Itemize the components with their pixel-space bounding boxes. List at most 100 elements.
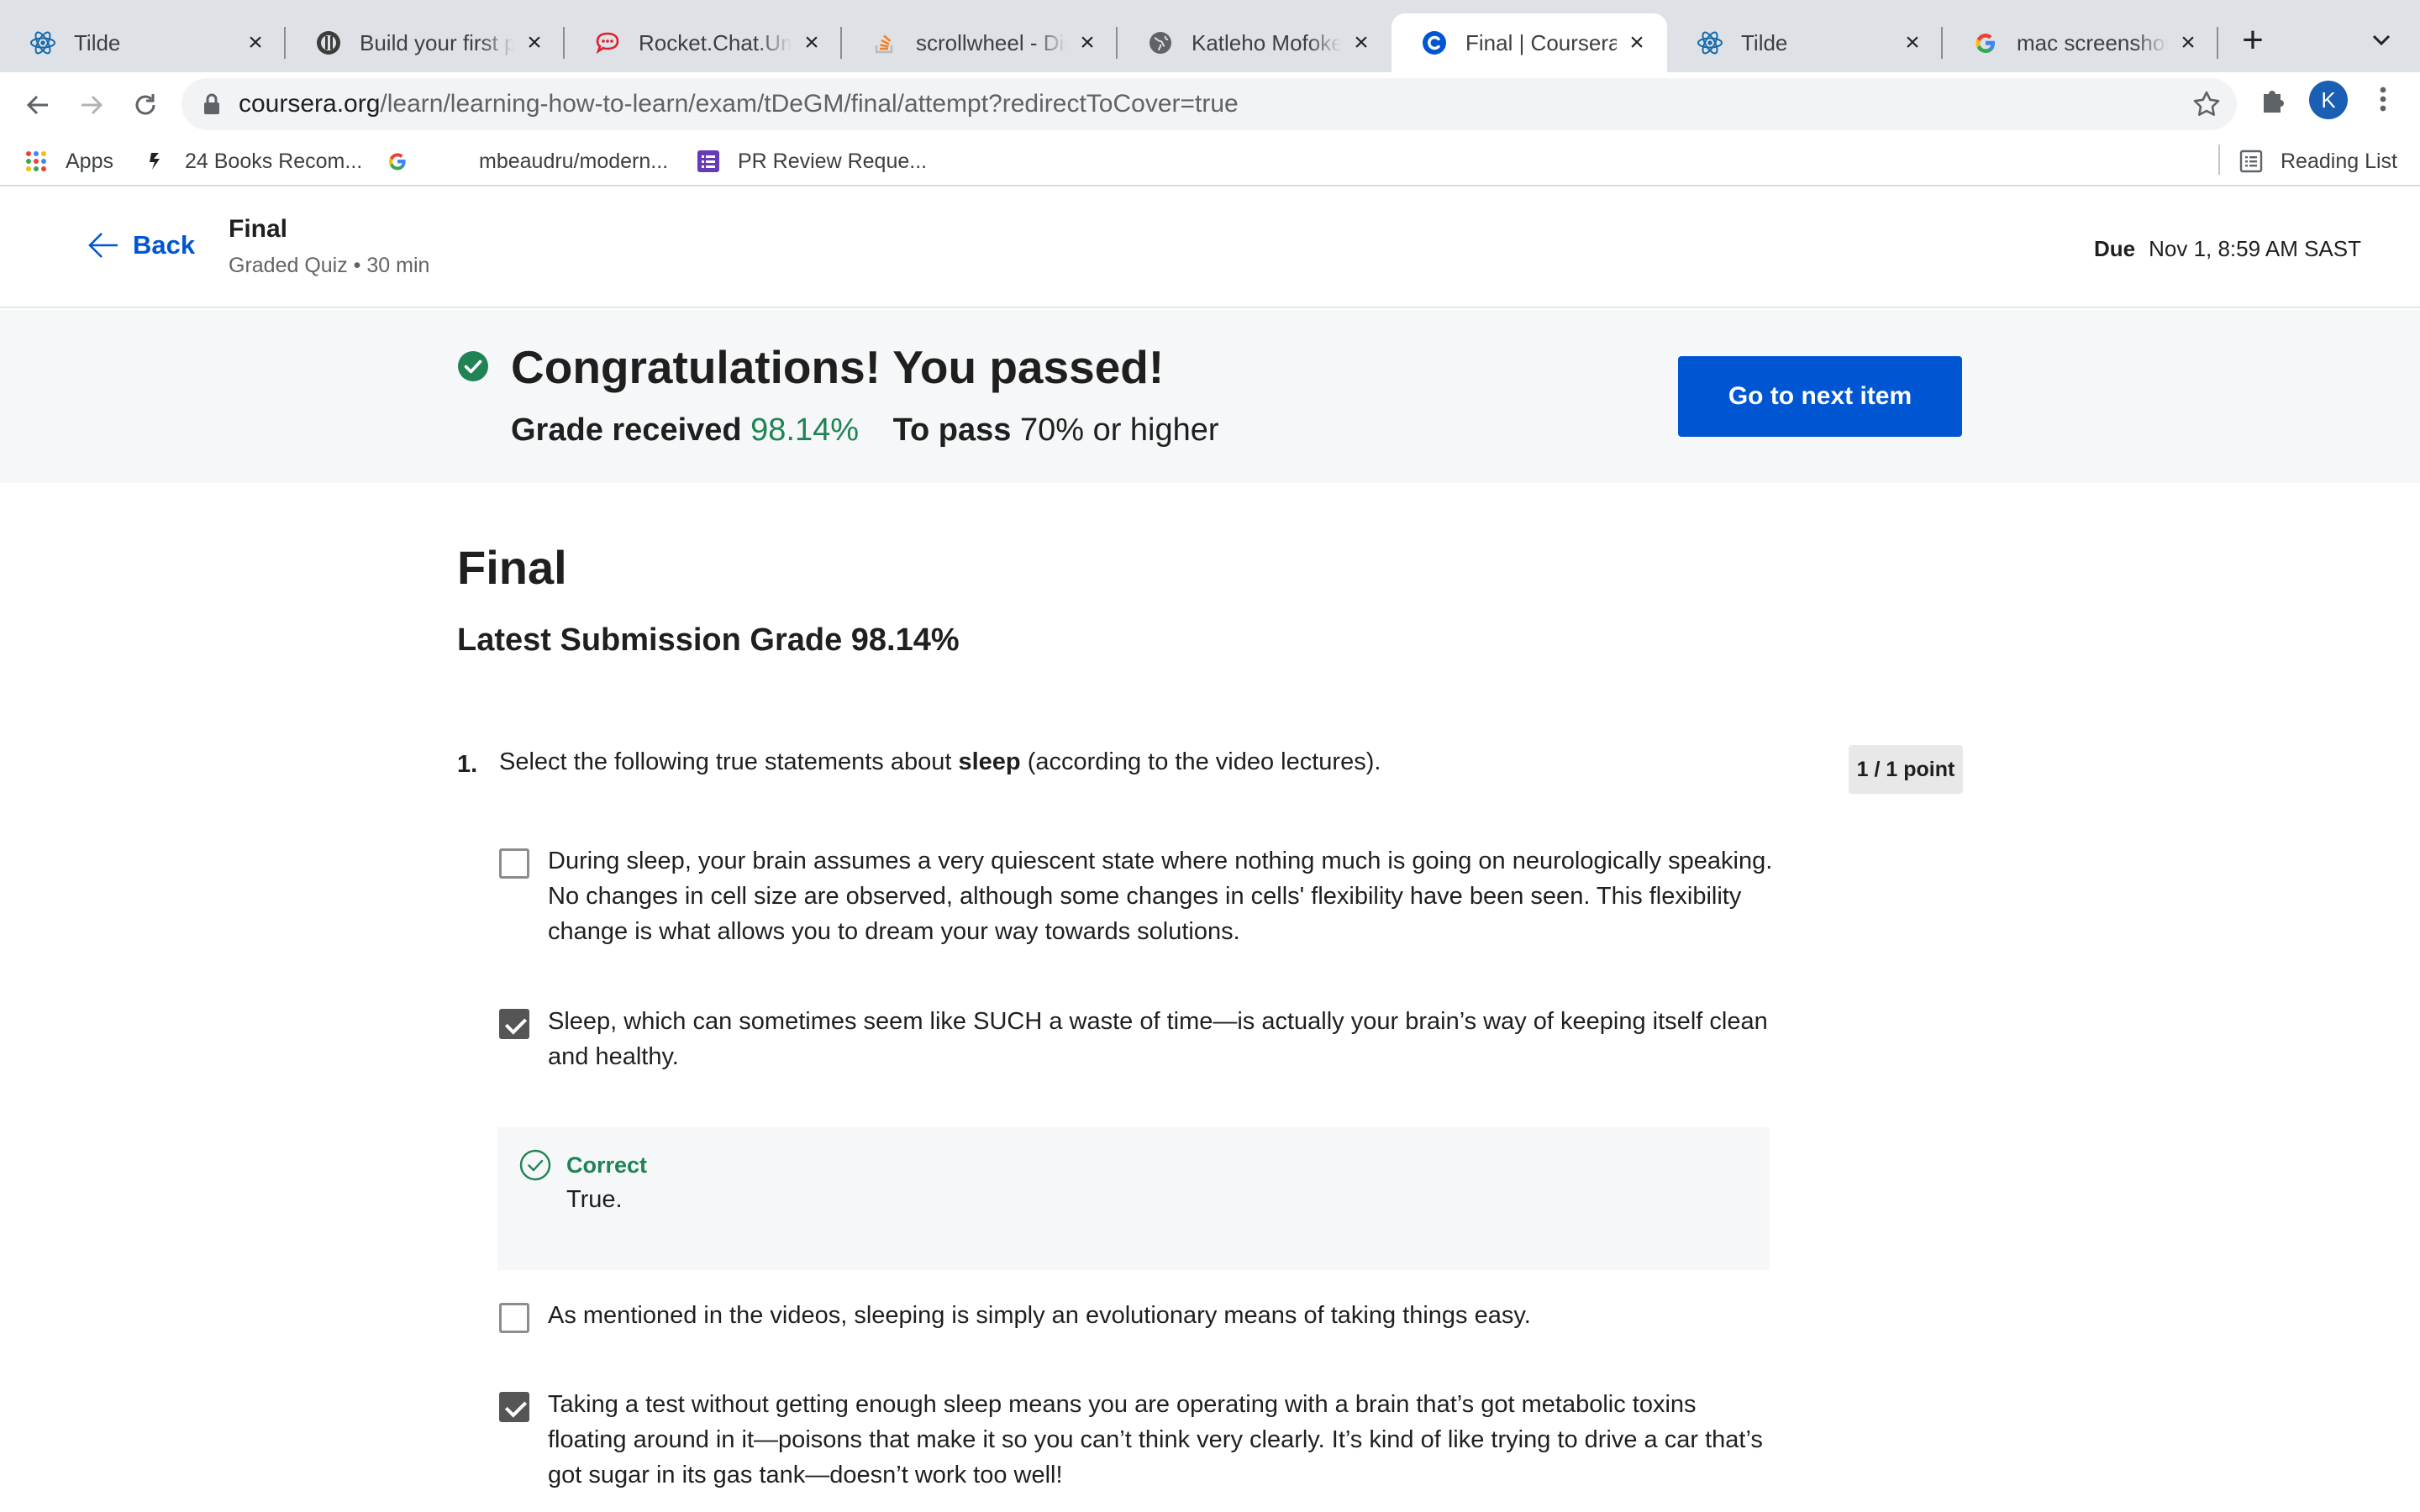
globe-icon (1146, 29, 1175, 57)
tab-title: Build your first pe (360, 29, 514, 55)
check-outline-icon (519, 1149, 551, 1181)
rocketchat-icon (593, 29, 622, 57)
browser-tab[interactable]: Katleho Mofokeng × (1118, 13, 1392, 72)
feedback-text: True. (566, 1186, 623, 1213)
chevron-down-icon[interactable] (2365, 24, 2398, 57)
close-icon[interactable]: × (244, 30, 267, 55)
option-text: During sleep, your brain assumes a very … (548, 848, 1773, 945)
question-text-end: (according to the video lectures). (1020, 748, 1381, 775)
grade-received-value: 98.14% (750, 412, 860, 448)
bookmark-label: Apps (66, 149, 113, 173)
feedback-label: Correct (566, 1152, 648, 1178)
back-label: Back (133, 230, 196, 260)
url-host: coursera.org (239, 90, 381, 118)
item-meta: Graded Quiz • 30 min (229, 254, 430, 277)
reading-list-label: Reading List (2281, 149, 2397, 173)
answer-option[interactable]: Sleep, which can sometimes seem like SUC… (499, 1004, 1776, 1074)
lock-icon[interactable] (200, 92, 224, 116)
bookmark-modern-js[interactable]: mbeaudru/modern... (437, 144, 668, 178)
close-icon[interactable]: × (2176, 30, 2200, 55)
reading-list-icon (2238, 149, 2264, 174)
to-pass-value: 70% or higher (1019, 412, 1219, 448)
bookmark-label: mbeaudru/modern... (479, 149, 669, 173)
browser-tab-active[interactable]: Final | Coursera × (1392, 13, 1667, 72)
browser-tab[interactable]: Tilde × (1667, 13, 1943, 72)
form-icon (696, 149, 721, 174)
google-icon (385, 149, 410, 174)
points-badge: 1 / 1 point (1849, 745, 1963, 794)
option-checkbox[interactable] (499, 848, 529, 879)
back-arrow-icon[interactable] (17, 84, 59, 126)
browser-tab[interactable]: mac screenshot - × (1943, 13, 2218, 72)
go-to-next-item-button[interactable]: Go to next item (1678, 356, 1962, 437)
pass-headline: Congratulations! You passed! (511, 341, 1165, 393)
browser-tab[interactable]: Build your first pe × (286, 13, 565, 72)
browser-tab-strip: Tilde × Build your first pe × Rocket.Cha… (0, 0, 2420, 72)
more-menu-icon[interactable] (2371, 82, 2395, 116)
url-path: /learn/learning-how-to-learn/exam/tDeGM/… (380, 90, 1239, 118)
bookmark-apps[interactable]: Apps (24, 144, 113, 178)
option-text: Taking a test without getting enough sle… (548, 1391, 1763, 1488)
due-date: Due Nov 1, 8:59 AM SAST (2094, 236, 2361, 262)
github-icon (437, 149, 462, 174)
option-text: As mentioned in the videos, sleeping is … (548, 1302, 1531, 1329)
question-text: Select the following true statements abo… (499, 748, 1381, 776)
tab-title: Tilde (74, 29, 121, 55)
close-icon[interactable]: × (1349, 30, 1373, 55)
stackoverflow-icon (871, 29, 899, 57)
new-tab-button[interactable]: + (2233, 22, 2272, 60)
coursera-icon (1420, 29, 1449, 57)
close-icon[interactable]: × (1901, 30, 1924, 55)
url-text[interactable]: coursera.org/learn/learning-how-to-learn… (239, 90, 1239, 118)
profile-avatar[interactable]: K (2309, 81, 2348, 119)
back-link[interactable]: Back (87, 230, 195, 260)
grade-received-label: Grade received (511, 412, 742, 448)
option-checkbox[interactable] (499, 1303, 529, 1333)
browser-tab[interactable]: scrollwheel - Disa × (842, 13, 1118, 72)
bookmarks-bar: Apps 24 Books Recom... mbeaudru/modern..… (0, 136, 2420, 186)
bookmark-books[interactable]: 24 Books Recom... (143, 144, 362, 178)
tab-title: Final | Coursera (1465, 29, 1617, 55)
item-title: Final (229, 215, 288, 243)
answer-option[interactable]: Taking a test without getting enough sle… (499, 1387, 1776, 1493)
address-bar[interactable]: coursera.org/learn/learning-how-to-learn… (182, 78, 2237, 130)
bookmark-label: 24 Books Recom... (185, 149, 363, 173)
question-keyword: sleep (958, 748, 1021, 775)
react-icon (1696, 29, 1724, 57)
bookmark-label: PR Review Reque... (738, 149, 928, 173)
google-icon (1971, 29, 2000, 57)
arrow-left-icon (88, 233, 118, 258)
tab-title: mac screenshot - (2017, 29, 2168, 55)
close-icon[interactable]: × (800, 30, 823, 55)
bookmark-pr-review[interactable]: PR Review Reque... (696, 144, 927, 178)
option-checkbox[interactable] (499, 1392, 529, 1422)
option-checkbox[interactable] (499, 1009, 529, 1039)
result-banner: Congratulations! You passed! Grade recei… (0, 310, 2420, 483)
item-header: Back Final Graded Quiz • 30 min Due Nov 1… (0, 186, 2420, 308)
github-icon (314, 29, 343, 57)
tab-title: scrollwheel - Disa (916, 29, 1067, 55)
bookmark-star-icon[interactable] (2191, 89, 2222, 119)
bookmark-google[interactable] (385, 144, 427, 178)
close-icon[interactable]: × (523, 30, 546, 55)
reload-icon[interactable] (124, 84, 166, 126)
answer-feedback: Correct True. (497, 1127, 1770, 1270)
tab-separator (2217, 27, 2218, 59)
tab-title: Tilde (1741, 29, 1788, 55)
answer-option[interactable]: As mentioned in the videos, sleeping is … (499, 1298, 1776, 1333)
close-icon[interactable]: × (1076, 30, 1099, 55)
check-circle-icon (457, 350, 489, 382)
option-text: Sleep, which can sometimes seem like SUC… (548, 1008, 1768, 1070)
close-icon[interactable]: × (1625, 30, 1649, 55)
tab-title: Katleho Mofokeng (1192, 29, 1341, 55)
question-number: 1. (457, 751, 478, 778)
reading-list-button[interactable]: Reading List (2238, 144, 2397, 178)
question-text-start: Select the following true statements abo… (499, 748, 959, 775)
extensions-puzzle-icon[interactable] (2257, 82, 2291, 116)
browser-toolbar: coursera.org/learn/learning-how-to-learn… (0, 72, 2420, 136)
browser-tab[interactable]: Tilde × (0, 13, 286, 72)
forward-arrow-icon[interactable] (71, 84, 113, 126)
browser-tab[interactable]: Rocket.Chat.Umu × (565, 13, 842, 72)
quiz-title: Final (457, 541, 567, 594)
answer-option[interactable]: During sleep, your brain assumes a very … (499, 843, 1776, 949)
